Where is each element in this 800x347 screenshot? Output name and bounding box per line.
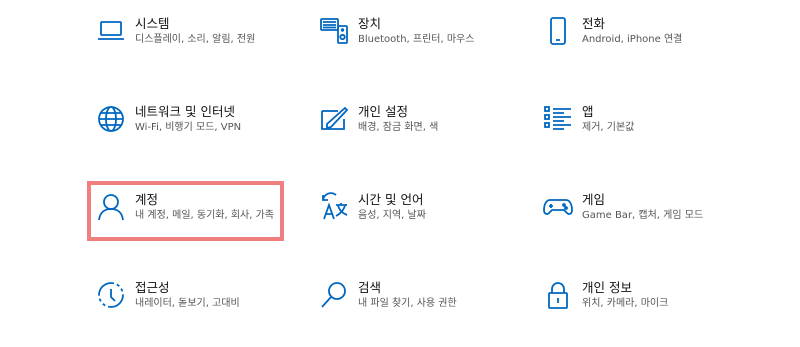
tile-description: 디스플레이, 소리, 알림, 전원	[135, 34, 256, 45]
accessibility-icon	[93, 277, 129, 313]
tile-title: 앱	[582, 104, 594, 119]
laptop-icon	[93, 13, 129, 49]
tile-description: 제거, 기본값	[582, 122, 635, 133]
person-icon	[93, 189, 129, 225]
tile-system[interactable]: 시스템 디스플레이, 소리, 알림, 전원	[93, 13, 313, 83]
tile-title: 접근성	[135, 280, 170, 295]
tile-description: 배경, 잠금 화면, 색	[358, 122, 439, 133]
tile-title: 네트워크 및 인터넷	[135, 104, 235, 119]
personalization-icon	[316, 101, 352, 137]
tile-personalization[interactable]: 개인 설정 배경, 잠금 화면, 색	[316, 101, 536, 171]
tile-apps[interactable]: 앱 제거, 기본값	[540, 101, 760, 171]
globe-icon	[93, 101, 129, 137]
tile-description: Android, iPhone 연결	[582, 34, 683, 45]
tile-network[interactable]: 네트워크 및 인터넷 Wi-Fi, 비행기 모드, VPN	[93, 101, 313, 171]
tile-title: 전화	[582, 16, 606, 31]
tile-gaming[interactable]: 게임 Game Bar, 캡처, 게임 모드	[540, 189, 760, 259]
tile-description: Game Bar, 캡처, 게임 모드	[582, 210, 704, 221]
tile-description: 음성, 지역, 날짜	[358, 210, 426, 221]
tile-search[interactable]: 검색 내 파일 찾기, 사용 권한	[316, 277, 536, 347]
tile-description: Wi-Fi, 비행기 모드, VPN	[135, 122, 242, 133]
tile-title: 시간 및 언어	[358, 192, 424, 207]
tile-accessibility[interactable]: 접근성 내레이터, 돋보기, 고대비	[93, 277, 313, 347]
tile-description: 내레이터, 돋보기, 고대비	[135, 298, 240, 309]
search-icon	[316, 277, 352, 313]
tile-title: 시스템	[135, 16, 170, 31]
tile-description: 내 계정, 메일, 동기화, 회사, 가족	[135, 210, 275, 221]
devices-icon	[316, 13, 352, 49]
phone-icon	[540, 13, 576, 49]
tile-time-language[interactable]: 시간 및 언어 음성, 지역, 날짜	[316, 189, 536, 259]
tile-title: 게임	[582, 192, 606, 207]
tile-accounts[interactable]: 계정 내 계정, 메일, 동기화, 회사, 가족	[93, 189, 313, 259]
tile-title: 개인 정보	[582, 280, 632, 295]
tile-phone[interactable]: 전화 Android, iPhone 연결	[540, 13, 760, 83]
tile-description: Bluetooth, 프린터, 마우스	[358, 34, 475, 45]
tile-privacy[interactable]: 개인 정보 위치, 카메라, 마이크	[540, 277, 760, 347]
tile-title: 검색	[358, 280, 382, 295]
tile-devices[interactable]: 장치 Bluetooth, 프린터, 마우스	[316, 13, 536, 83]
tile-title: 계정	[135, 192, 159, 207]
time-language-icon	[316, 189, 352, 225]
lock-icon	[540, 277, 576, 313]
apps-list-icon	[540, 101, 576, 137]
tile-description: 내 파일 찾기, 사용 권한	[358, 298, 457, 309]
tile-description: 위치, 카메라, 마이크	[582, 298, 669, 309]
tile-title: 개인 설정	[358, 104, 408, 119]
gamepad-icon	[540, 189, 576, 225]
tile-title: 장치	[358, 16, 382, 31]
